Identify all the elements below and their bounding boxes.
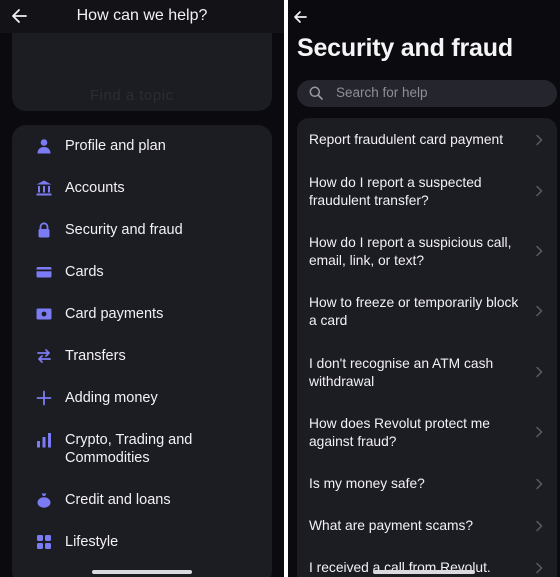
- plus-icon: [36, 390, 52, 406]
- menu-item-label: Card payments: [65, 306, 164, 322]
- chevron-right-icon: [536, 426, 543, 438]
- chevron-right-icon: [536, 305, 543, 317]
- chevron-right-icon: [536, 562, 543, 574]
- menu-item-crypto-trading-commodities[interactable]: Crypto, Trading and Commodities: [24, 423, 272, 473]
- menu-item-label: Cards: [65, 264, 104, 280]
- question-text: I received a call from Revolut.: [309, 560, 491, 575]
- chevron-right-icon: [536, 478, 543, 490]
- menu-item-label: Crypto, Trading and Commodities: [65, 432, 193, 466]
- search-placeholder: Search for help: [336, 85, 428, 100]
- list-item[interactable]: Is my money safe?: [297, 467, 557, 509]
- menu-item-transfers[interactable]: Transfers: [24, 339, 272, 371]
- transfer-arrows-icon: [37, 349, 51, 363]
- search-topic-card[interactable]: Find a topic: [12, 33, 272, 111]
- menu-item-label: Transfers: [65, 348, 126, 364]
- menu-item-credit-and-loans[interactable]: Credit and loans: [24, 483, 272, 515]
- menu-item-lifestyle[interactable]: Lifestyle: [24, 525, 272, 557]
- menu-item-label: Security and fraud: [65, 222, 183, 238]
- question-text: What are payment scams?: [309, 518, 474, 533]
- search-icon: [309, 86, 323, 100]
- grid-icon: [37, 535, 51, 549]
- menu-item-adding-money[interactable]: Adding money: [24, 381, 272, 413]
- menu-item-label: Credit and loans: [65, 492, 171, 508]
- help-categories-list: Profile and plan Accounts Security and f…: [12, 125, 272, 577]
- list-item[interactable]: Report fraudulent card payment: [297, 118, 557, 162]
- home-indicator[interactable]: [92, 570, 192, 574]
- page-title: How can we help?: [76, 7, 208, 24]
- question-text: How does Revolut protect me against frau…: [309, 416, 490, 449]
- list-item[interactable]: How does Revolut protect me against frau…: [297, 407, 557, 461]
- back-arrow-icon[interactable]: [292, 8, 310, 26]
- faded-topic-text: Find a topic: [90, 87, 174, 104]
- page-title: Security and fraud: [297, 34, 513, 62]
- chevron-right-icon: [536, 245, 543, 257]
- chevron-right-icon: [536, 134, 543, 146]
- menu-item-accounts[interactable]: Accounts: [24, 171, 272, 203]
- question-text: How do I report a suspicious call, email…: [309, 235, 512, 268]
- search-input[interactable]: Search for help: [297, 80, 557, 107]
- menu-item-label: Accounts: [65, 180, 125, 196]
- help-home-screen: How can we help? Find a topic Profile an…: [0, 0, 284, 577]
- menu-item-label: Adding money: [65, 390, 158, 406]
- bank-icon: [36, 180, 52, 196]
- chevron-right-icon: [536, 185, 543, 197]
- chart-icon: [37, 433, 51, 448]
- menu-item-security-and-fraud[interactable]: Security and fraud: [24, 213, 272, 245]
- chevron-right-icon: [536, 366, 543, 378]
- list-item[interactable]: How to freeze or temporarily block a car…: [297, 286, 557, 340]
- menu-item-label: Lifestyle: [65, 534, 119, 550]
- top-bar: How can we help?: [0, 0, 284, 33]
- list-item[interactable]: I don't recognise an ATM cash withdrawal: [297, 347, 557, 401]
- list-item[interactable]: How do I report a suspected fraudulent t…: [297, 166, 557, 220]
- menu-item-card-payments[interactable]: Card payments: [24, 297, 272, 329]
- list-item[interactable]: How do I report a suspicious call, email…: [297, 226, 557, 280]
- money-bag-icon: [37, 493, 51, 508]
- question-text: Report fraudulent card payment: [309, 132, 504, 147]
- home-indicator[interactable]: [373, 570, 475, 574]
- menu-item-label: Profile and plan: [65, 138, 166, 154]
- lock-icon: [38, 222, 50, 238]
- question-text: How do I report a suspected fraudulent t…: [309, 175, 482, 208]
- card-icon: [36, 267, 52, 278]
- back-arrow-icon[interactable]: [10, 5, 30, 27]
- question-text: I don't recognise an ATM cash withdrawal: [309, 356, 494, 389]
- card-payment-icon: [36, 308, 52, 320]
- person-icon: [37, 139, 51, 154]
- chevron-right-icon: [536, 520, 543, 532]
- menu-item-profile-and-plan[interactable]: Profile and plan: [24, 129, 272, 161]
- question-text: How to freeze or temporarily block a car…: [309, 295, 519, 328]
- questions-list: Report fraudulent card payment How do I …: [297, 118, 557, 577]
- list-item[interactable]: What are payment scams?: [297, 509, 557, 551]
- menu-item-cards[interactable]: Cards: [24, 255, 272, 287]
- security-and-fraud-screen: Security and fraud Search for help Repor…: [288, 0, 560, 577]
- question-text: Is my money safe?: [309, 476, 425, 491]
